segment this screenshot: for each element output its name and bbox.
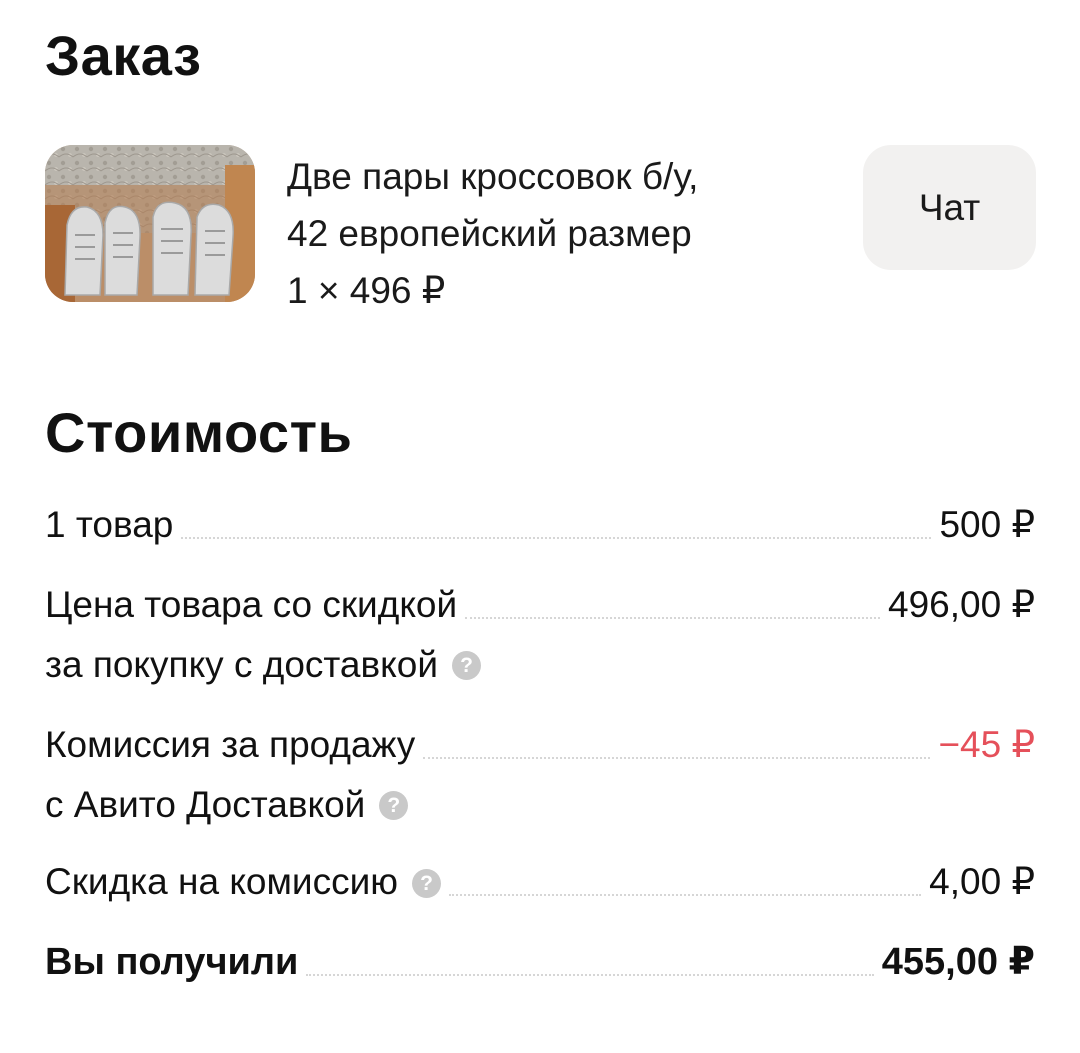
- cost-title: Стоимость: [45, 401, 353, 464]
- product-title-line1: Две пары кроссовок б/у,: [287, 156, 699, 197]
- cost-row-value: 455,00 ₽: [881, 941, 1035, 983]
- cost-row-label: Вы получили: [45, 941, 299, 983]
- dotted-leader: [306, 974, 874, 976]
- cost-row-label-line2: с Авито Доставкой: [45, 784, 366, 825]
- help-icon[interactable]: ?: [412, 869, 442, 898]
- cost-row-total: Вы получили 455,00 ₽: [45, 932, 1035, 992]
- chat-button[interactable]: Чат: [863, 145, 1036, 270]
- dotted-leader: [423, 757, 931, 759]
- cost-row-commission: Комиссия за продажу −45 ₽ с Авито Достав…: [45, 715, 1035, 835]
- cost-row-label-line2: за покупку с доставкой: [45, 644, 439, 685]
- dotted-leader: [181, 537, 932, 539]
- cost-row-value: 4,00 ₽: [929, 861, 1035, 902]
- cost-row-label: 1 товар: [45, 504, 174, 545]
- cost-row-discounted-price: Цена товара со скидкой 496,00 ₽ за покуп…: [45, 575, 1035, 695]
- sneakers-photo-icon: [45, 145, 255, 302]
- cost-row-label: Цена товара со скидкой: [45, 584, 458, 625]
- product-info[interactable]: Две пары кроссовок б/у, 42 европейский р…: [287, 148, 698, 319]
- help-icon[interactable]: ?: [452, 650, 482, 680]
- cost-row-label: Комиссия за продажу: [45, 724, 416, 765]
- cost-row-items: 1 товар 500 ₽: [45, 495, 1035, 555]
- cost-row-value: 500 ₽: [939, 504, 1035, 545]
- cost-row-value: −45 ₽: [938, 724, 1035, 765]
- product-thumbnail[interactable]: [45, 145, 255, 302]
- product-title-line2: 42 европейский размер: [287, 213, 692, 254]
- order-title: Заказ: [45, 24, 202, 87]
- cost-row-commission-discount: Скидка на комиссию ? 4,00 ₽: [45, 852, 1035, 912]
- dotted-leader: [449, 894, 922, 896]
- cost-row-label: Скидка на комиссию: [45, 861, 399, 902]
- product-price: 1 × 496 ₽: [287, 270, 446, 311]
- help-icon[interactable]: ?: [379, 790, 409, 820]
- dotted-leader: [465, 617, 880, 619]
- cost-row-value: 496,00 ₽: [888, 584, 1035, 625]
